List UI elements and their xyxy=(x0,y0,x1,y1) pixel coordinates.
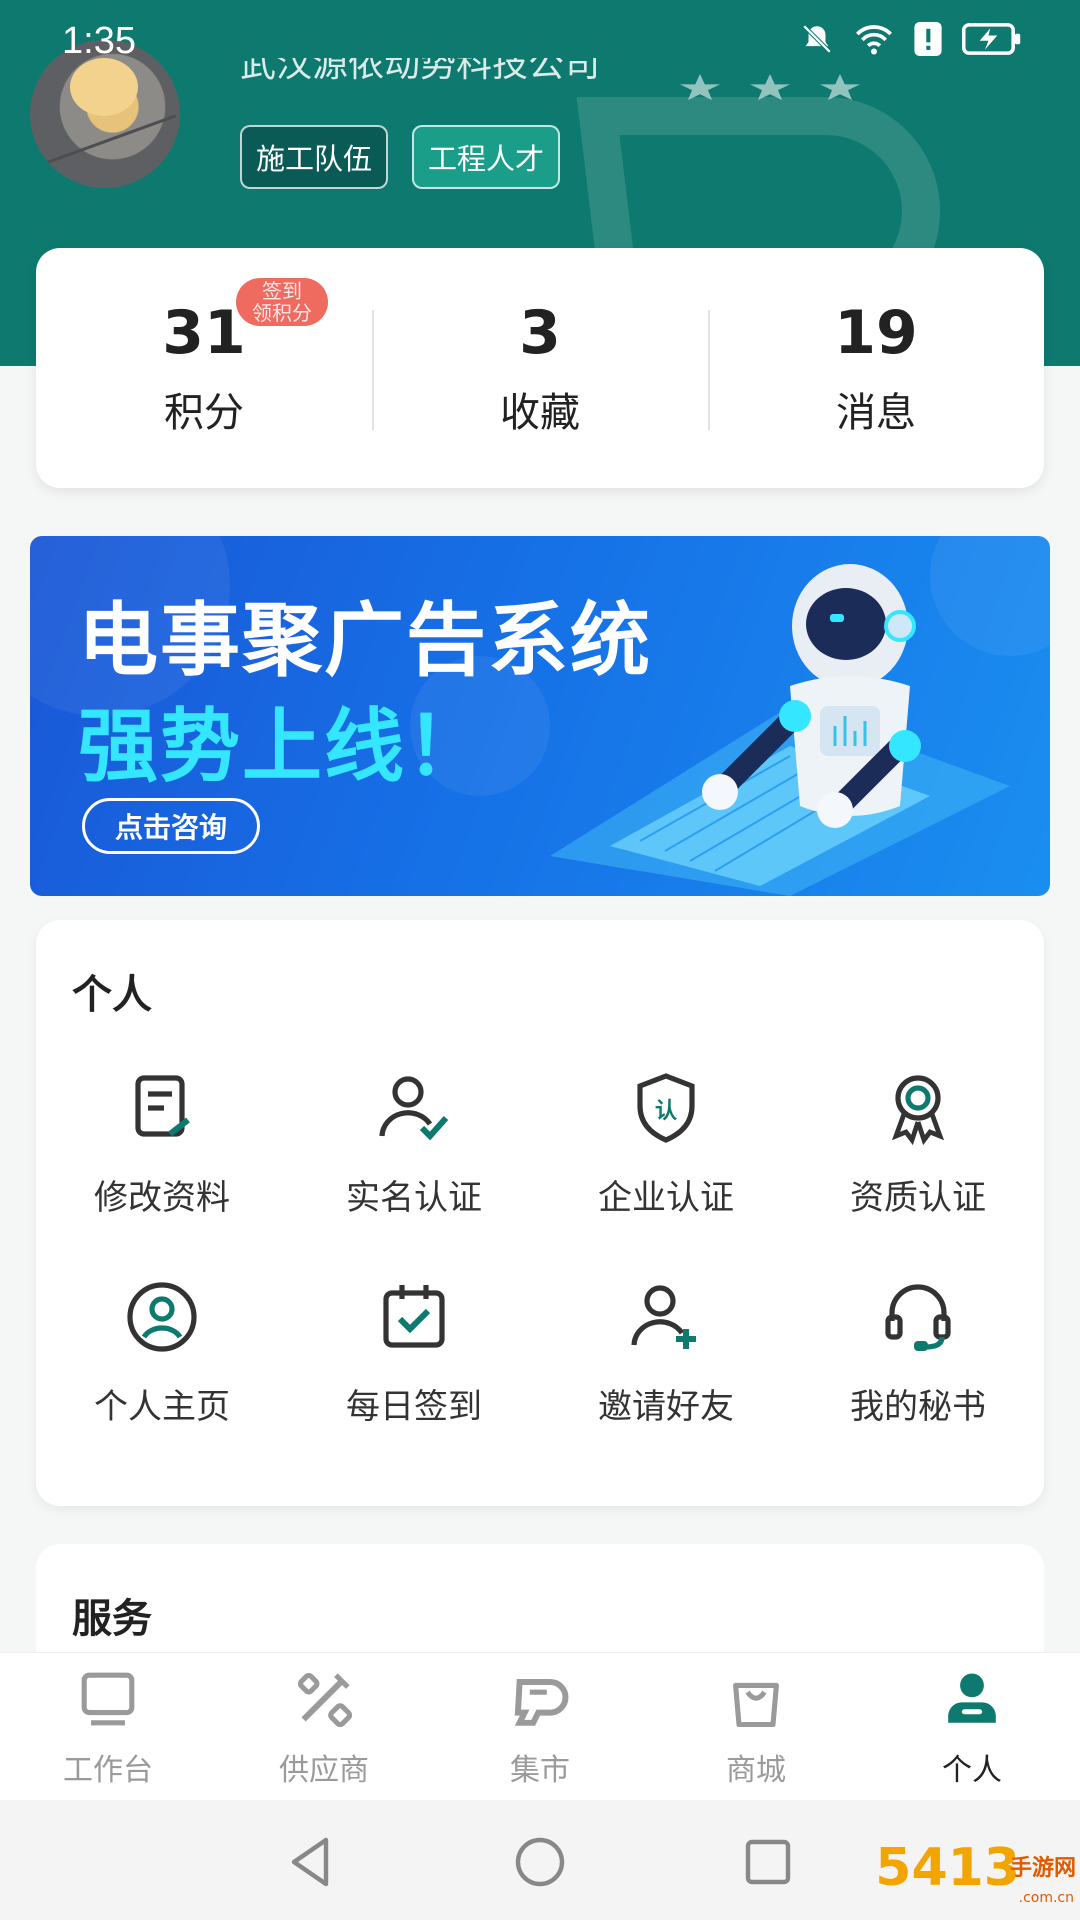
sign-in-badge[interactable]: 签到 领积分 xyxy=(236,278,328,326)
grid-label: 企业认证 xyxy=(598,1178,734,1218)
profile-tags: 施工队伍 工程人才 xyxy=(240,125,561,189)
realname-auth-item[interactable]: 实名认证 xyxy=(288,1068,540,1219)
banner-subtitle: 强势上线！ xyxy=(78,700,488,793)
award-ribbon-icon xyxy=(891,1075,945,1146)
grid-label: 每日签到 xyxy=(346,1387,482,1427)
enterprise-auth-item[interactable]: 认 企业认证 xyxy=(540,1068,792,1219)
monitor-icon xyxy=(81,1672,135,1726)
daily-checkin-item[interactable]: 每日签到 xyxy=(288,1277,540,1428)
stat-value: 19 xyxy=(834,298,918,368)
market-logo-icon xyxy=(514,1679,569,1726)
calendar-check-icon xyxy=(383,1285,445,1348)
bell-muted-icon xyxy=(802,24,832,54)
tab-personal[interactable]: 个人 xyxy=(864,1653,1080,1800)
personal-homepage-item[interactable]: 个人主页 xyxy=(36,1277,288,1428)
user-check-icon xyxy=(379,1076,449,1141)
personal-grid: 修改资料 实名认证 认 企业认证 资质认证 个人主页 每日签到 邀请好友 我的秘… xyxy=(36,1068,1044,1428)
back-icon[interactable] xyxy=(286,1836,334,1888)
tab-label: 个人 xyxy=(942,1753,1002,1788)
personal-section: 个人 修改资料 实名认证 认 企业认证 资质认证 个人主页 每日签到 邀请好友 … xyxy=(36,920,1044,1506)
watermark-logo: 5413 手游网 .com.cn xyxy=(875,1838,1076,1906)
tag-construction-team[interactable]: 施工队伍 xyxy=(240,125,389,189)
tab-market[interactable]: 集市 xyxy=(432,1653,648,1800)
shield-certify-icon: 认 xyxy=(637,1073,695,1143)
status-icons xyxy=(800,22,1022,56)
invite-friends-item[interactable]: 邀请好友 xyxy=(540,1277,792,1428)
status-bar: 1:35 xyxy=(0,0,1080,84)
home-icon[interactable] xyxy=(514,1836,566,1888)
bottom-tab-bar: 工作台 供应商 集市 商城 个人 xyxy=(0,1652,1080,1800)
tab-label: 商城 xyxy=(726,1753,786,1788)
recents-icon[interactable] xyxy=(744,1836,792,1888)
edit-profile-item[interactable]: 修改资料 xyxy=(36,1068,288,1219)
stat-value: 3 xyxy=(519,298,561,368)
edit-document-icon xyxy=(135,1075,190,1137)
battery-charging-icon xyxy=(962,23,1021,55)
stat-label: 收藏 xyxy=(500,390,580,436)
service-section: 服务 xyxy=(36,1544,1044,1664)
user-circle-icon xyxy=(127,1282,197,1352)
status-time: 1:35 xyxy=(62,20,136,62)
qualification-auth-item[interactable]: 资质认证 xyxy=(792,1068,1044,1219)
person-icon xyxy=(948,1673,996,1723)
grid-label: 修改资料 xyxy=(94,1178,230,1218)
stat-label: 积分 xyxy=(164,390,244,436)
section-title: 服务 xyxy=(72,1596,152,1642)
grid-label: 个人主页 xyxy=(94,1387,230,1427)
stat-messages[interactable]: 19 消息 xyxy=(708,248,1044,488)
tab-label: 供应商 xyxy=(279,1753,369,1788)
tools-icon xyxy=(297,1672,353,1728)
section-title: 个人 xyxy=(72,972,152,1018)
tab-workbench[interactable]: 工作台 xyxy=(0,1653,216,1800)
consult-button[interactable]: 点击咨询 xyxy=(82,798,260,854)
shopping-bag-icon xyxy=(733,1682,779,1728)
stat-value: 31 xyxy=(162,298,246,368)
tab-supplier[interactable]: 供应商 xyxy=(216,1653,432,1800)
svg-text:认: 认 xyxy=(655,1099,677,1124)
headset-icon xyxy=(885,1284,951,1351)
wifi-icon xyxy=(856,25,892,55)
user-add-icon xyxy=(631,1285,696,1349)
grid-label: 实名认证 xyxy=(346,1178,482,1218)
grid-label: 我的秘书 xyxy=(850,1387,986,1427)
stats-card: 31 积分 签到 领积分 3 收藏 19 消息 xyxy=(36,248,1044,488)
tab-label: 集市 xyxy=(510,1753,570,1788)
grid-label: 邀请好友 xyxy=(598,1387,734,1427)
tab-mall[interactable]: 商城 xyxy=(648,1653,864,1800)
ad-banner[interactable]: 电事聚广告系统 强势上线！ 点击咨询 xyxy=(30,536,1050,896)
stat-favorites[interactable]: 3 收藏 xyxy=(372,248,708,488)
tab-label: 工作台 xyxy=(63,1753,153,1788)
tag-engineering-talent[interactable]: 工程人才 xyxy=(412,125,561,189)
grid-label: 资质认证 xyxy=(850,1178,986,1218)
stat-label: 消息 xyxy=(836,390,916,436)
my-secretary-item[interactable]: 我的秘书 xyxy=(792,1277,1044,1428)
alert-icon xyxy=(914,22,942,56)
stat-points[interactable]: 31 积分 签到 领积分 xyxy=(36,248,372,488)
robot-illustration-icon xyxy=(550,564,1010,896)
